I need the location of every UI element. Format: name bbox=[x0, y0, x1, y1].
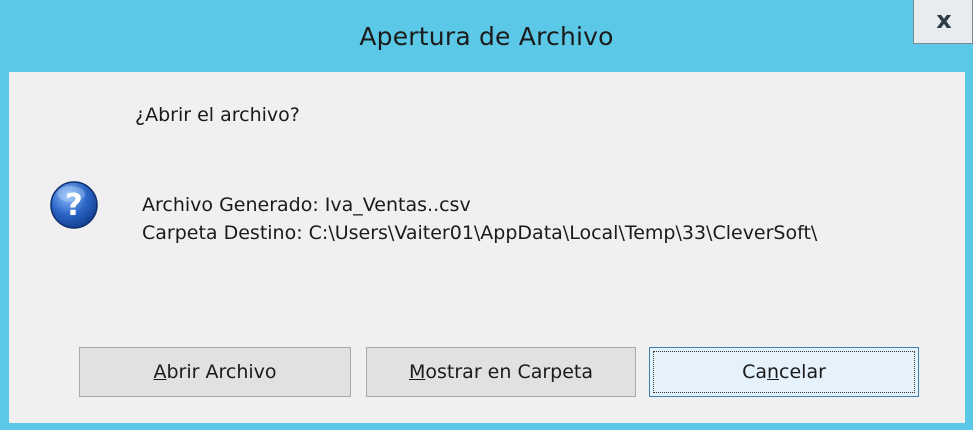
show-in-folder-accel: M bbox=[408, 361, 426, 383]
generated-file-label: Archivo Generado: Iva_Ventas..csv bbox=[142, 194, 471, 216]
cancel-button[interactable]: Cancelar bbox=[649, 347, 919, 397]
show-in-folder-button[interactable]: Mostrar en Carpeta bbox=[366, 347, 636, 397]
close-button[interactable]: x bbox=[913, 0, 973, 44]
open-file-accel: A bbox=[153, 361, 167, 383]
question-text: ¿Abrir el archivo? bbox=[135, 104, 300, 126]
dialog-body: ¿Abrir el archivo? ? Archivo Generado: I… bbox=[9, 72, 965, 423]
open-file-label: brir Archivo bbox=[166, 361, 277, 383]
dialog-title: Apertura de Archivo bbox=[359, 22, 614, 51]
open-file-dialog: Apertura de Archivo x ¿Abrir el archivo?… bbox=[0, 0, 973, 430]
title-bar: Apertura de Archivo x bbox=[0, 0, 973, 72]
destination-folder-label: Carpeta Destino: C:\Users\Vaiter01\AppDa… bbox=[142, 222, 818, 244]
close-icon[interactable]: x bbox=[914, 6, 973, 34]
show-in-folder-label: ostrar en Carpeta bbox=[425, 361, 594, 383]
open-file-button[interactable]: Abrir Archivo bbox=[79, 347, 351, 397]
question-icon: ? bbox=[50, 181, 98, 229]
svg-text:?: ? bbox=[65, 188, 82, 223]
focus-ring bbox=[653, 351, 915, 393]
